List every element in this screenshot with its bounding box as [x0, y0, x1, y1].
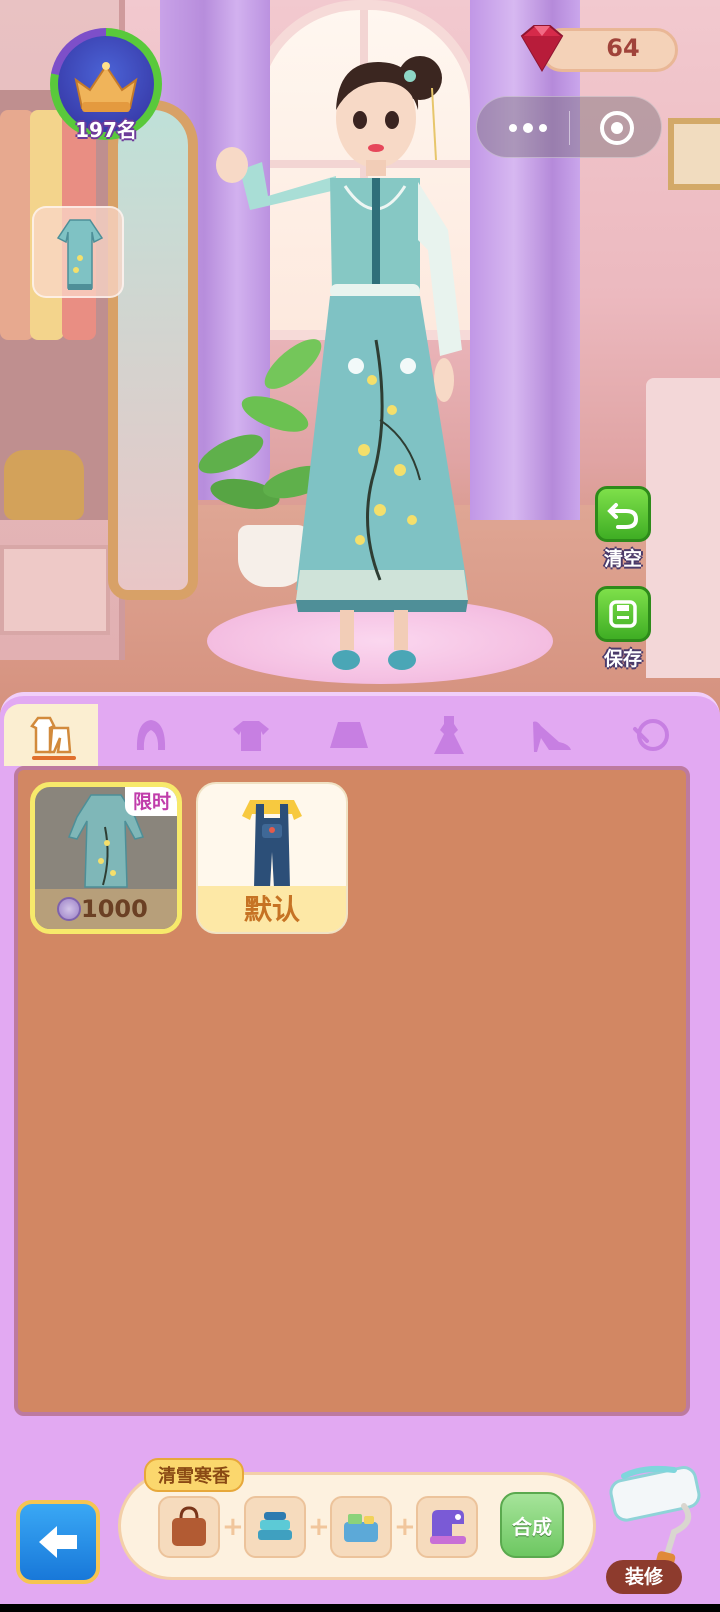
plus-sign: +	[394, 1512, 416, 1542]
rank-label: 197名	[75, 118, 137, 142]
category-tabs	[0, 704, 720, 766]
screen-bottom-edge	[0, 1604, 720, 1612]
decorate-label[interactable]: 装修	[606, 1560, 682, 1594]
undo-arrow-icon	[607, 503, 639, 529]
sewing-machine-icon	[430, 1510, 466, 1544]
gem-count: 64	[606, 34, 640, 62]
craft-slot-3[interactable]	[330, 1496, 392, 1558]
default-item-label: 默认	[243, 893, 300, 926]
save-label: 保存	[603, 648, 642, 670]
currency-coin-icon	[57, 897, 81, 921]
plus-sign: +	[222, 1512, 244, 1542]
outfit-icon	[30, 716, 72, 754]
ruby-gem-icon	[520, 25, 564, 72]
item-price: 1000	[81, 895, 148, 923]
sewing-kit-icon	[344, 1514, 378, 1542]
tab-accessory[interactable]	[604, 704, 698, 766]
clear-label: 清空	[603, 548, 642, 570]
dress-icon	[434, 716, 464, 754]
miniprogram-capsule	[476, 96, 662, 158]
cloth-stack-icon	[258, 1512, 292, 1540]
save-disk-icon	[609, 600, 637, 628]
current-outfit-thumbnail[interactable]	[32, 206, 124, 298]
craft-slot-2[interactable]	[244, 1496, 306, 1558]
item-card-qingxue[interactable]: 1000 限时	[30, 782, 182, 934]
overalls-icon	[242, 800, 302, 888]
bag-icon	[172, 1506, 206, 1546]
more-dots-icon[interactable]	[503, 115, 553, 141]
tab-skirt[interactable]	[302, 704, 396, 766]
tab-shoes[interactable]	[504, 704, 598, 766]
craft-set-title: 清雪寒香	[144, 1458, 244, 1492]
limited-badge: 限时	[124, 787, 177, 816]
hair-icon	[136, 720, 166, 750]
item-card-default[interactable]: 默认	[196, 782, 348, 934]
heels-icon	[533, 721, 571, 752]
target-circle-icon[interactable]	[599, 110, 635, 146]
craft-slot-1[interactable]	[158, 1496, 220, 1558]
crown-icon	[74, 62, 138, 112]
items-grid: 1000 限时 默认	[14, 766, 690, 1416]
back-button[interactable]	[16, 1500, 100, 1584]
top-icon	[233, 721, 269, 751]
save-button[interactable]: 保存	[594, 586, 652, 671]
clear-button[interactable]: 清空	[594, 486, 652, 571]
tab-top[interactable]	[204, 704, 298, 766]
accessory-icon	[633, 719, 669, 751]
merge-button[interactable]: 合成	[500, 1492, 564, 1558]
plus-sign: +	[308, 1512, 330, 1542]
tab-dress[interactable]	[402, 704, 496, 766]
tab-outfit[interactable]	[4, 704, 98, 766]
back-arrow-icon	[39, 1526, 77, 1558]
craft-slot-4[interactable]	[416, 1496, 478, 1558]
skirt-icon	[330, 722, 368, 748]
tab-hair[interactable]	[104, 704, 198, 766]
